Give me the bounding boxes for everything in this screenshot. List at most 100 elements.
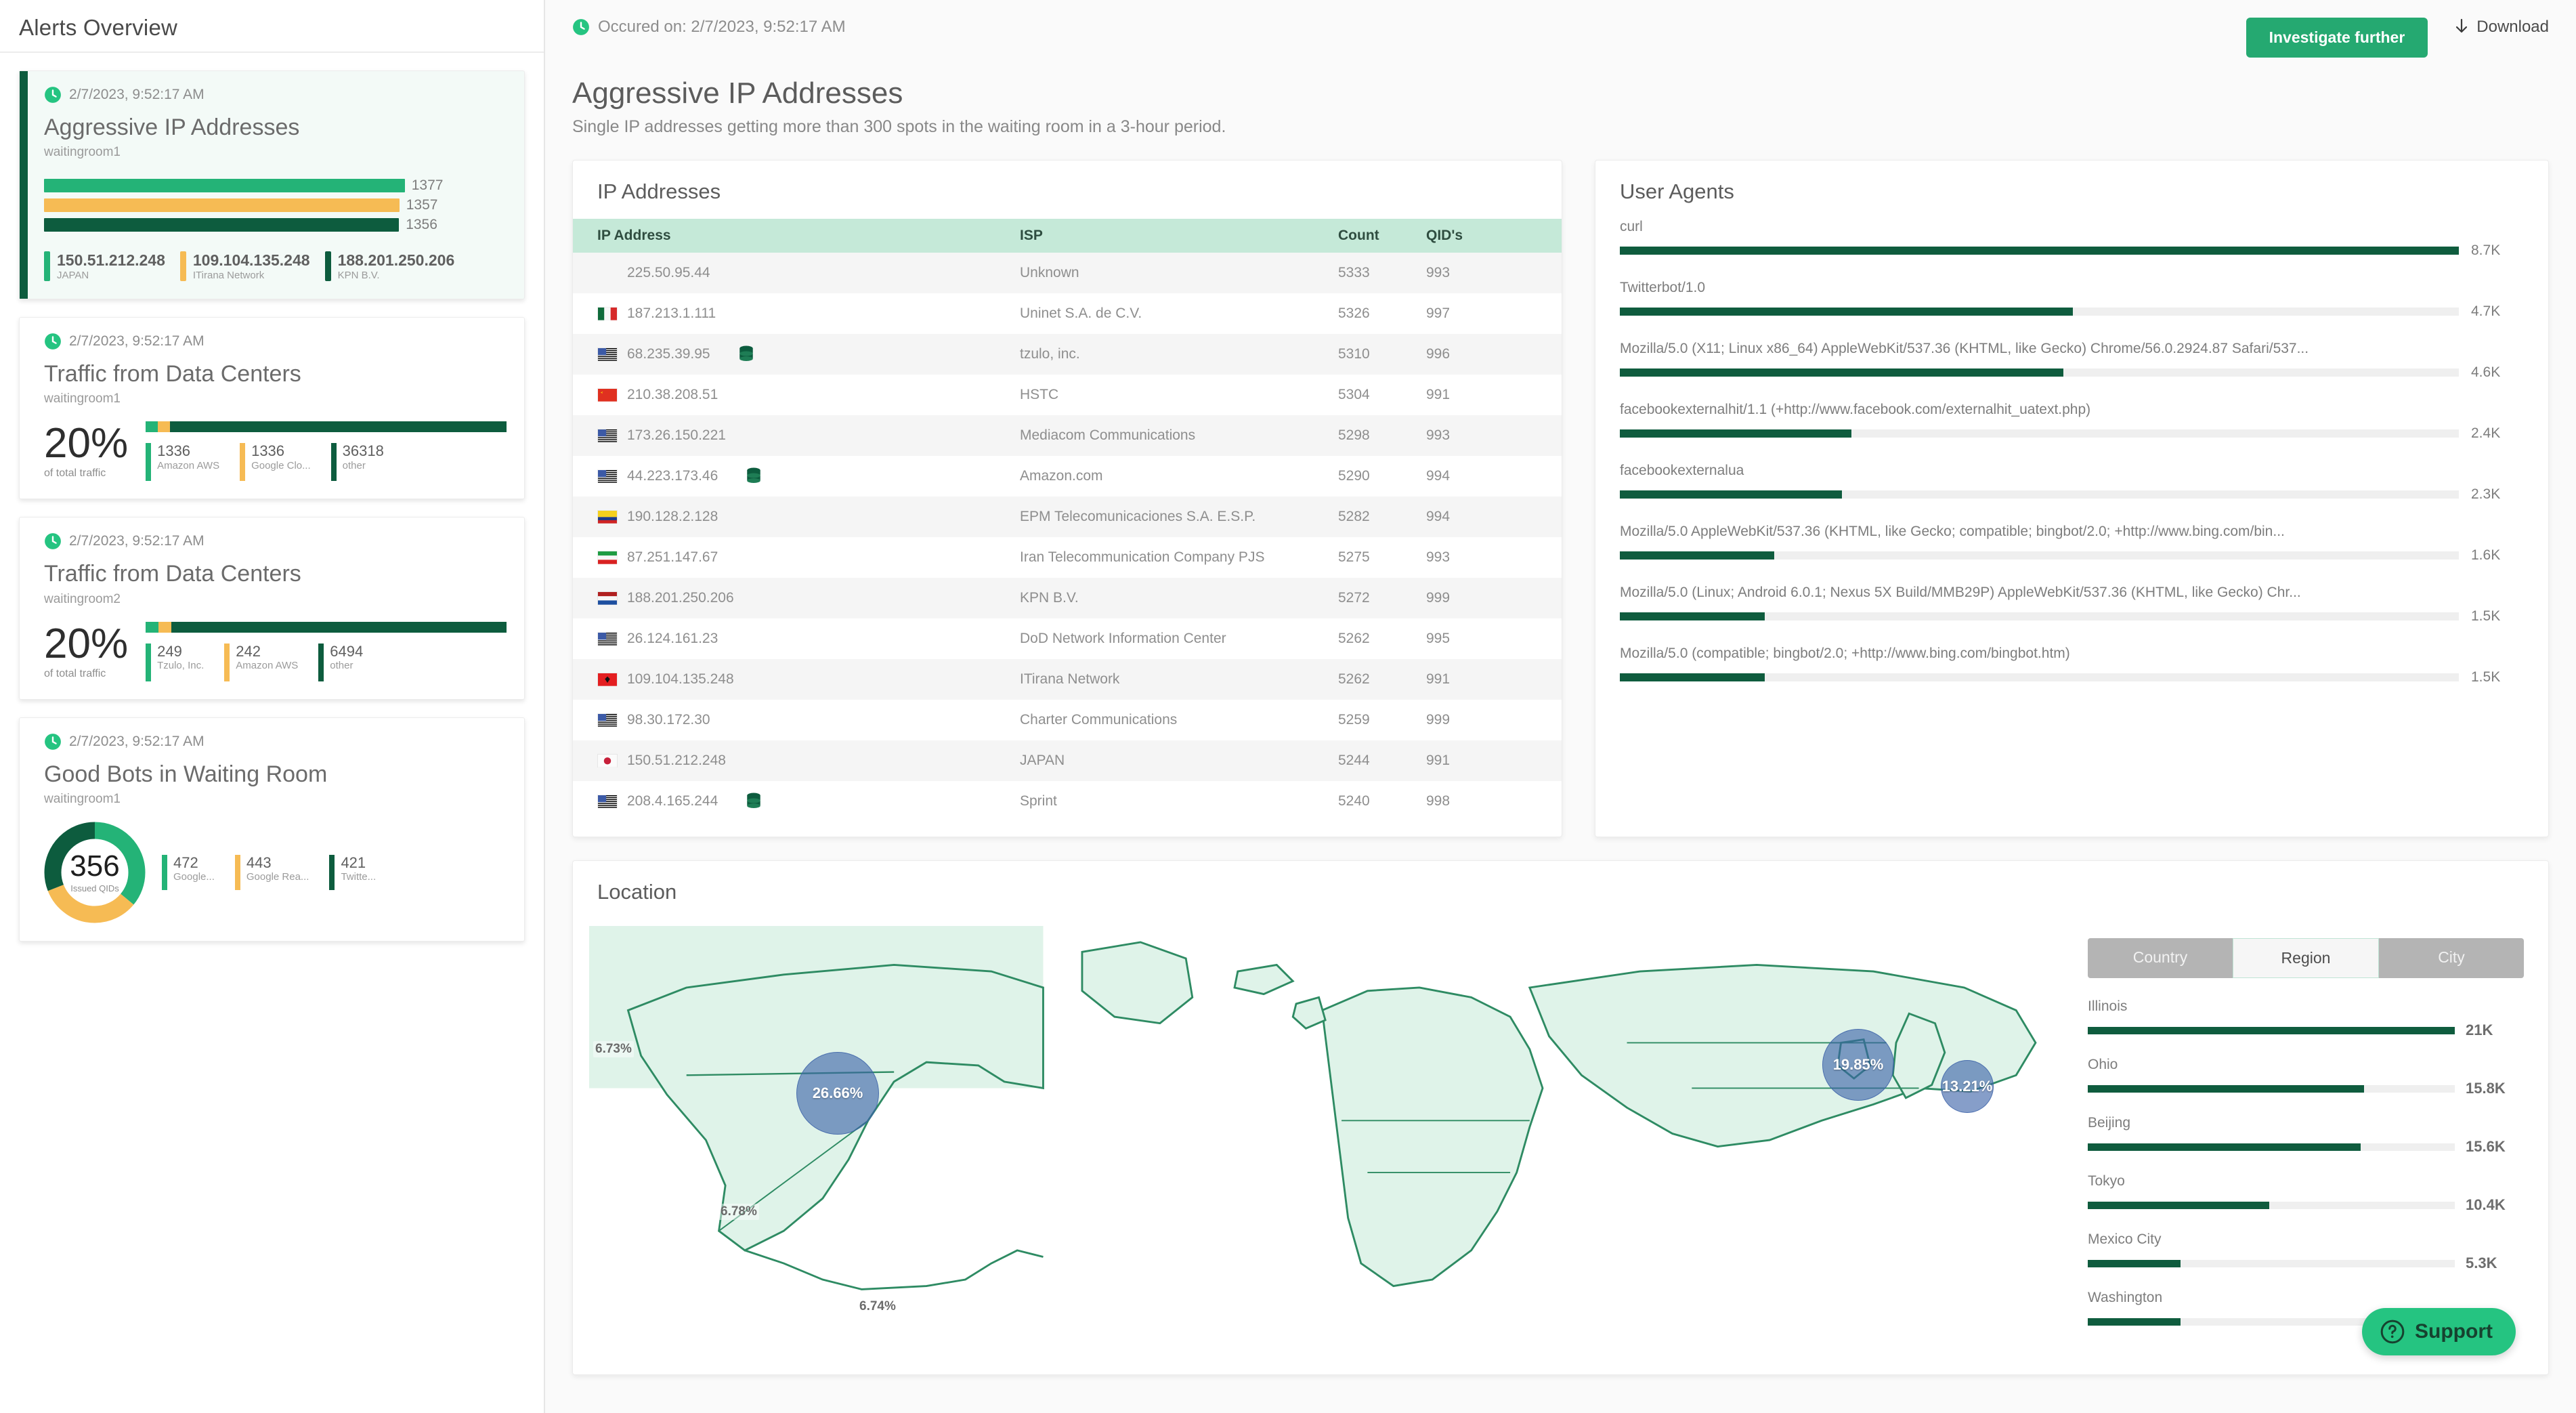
- user-agent-label: facebookexternalhit/1.1 (+http://www.fac…: [1620, 402, 2091, 417]
- table-row[interactable]: 98.30.172.30 Charter Communications 5259 99…: [573, 700, 1562, 740]
- bar-track: [1620, 308, 2459, 316]
- legend-color-bar: [330, 443, 337, 482]
- map-bubble[interactable]: 26.66%: [796, 1052, 879, 1135]
- legend-color-bar: [318, 643, 324, 681]
- bar-track: [1620, 247, 2459, 255]
- table-row[interactable]: 173.26.150.221 Mediacom Communications 529…: [573, 415, 1562, 456]
- bar-row: 1357: [44, 197, 507, 213]
- cell-count: 5326: [1338, 305, 1370, 321]
- flag-icon-us: [597, 347, 618, 361]
- table-row[interactable]: 208.4.165.244 Sprint 5240 998: [573, 781, 1562, 822]
- page-subtitle: Single IP addresses getting more than 30…: [572, 117, 1226, 136]
- alert-card-list: 2/7/2023, 9:52:17 AM Aggressive IP Addres…: [0, 70, 544, 942]
- region-bar-list: Illinois 21K Ohio 15.8K Beijing 15.6K Tokyo 10.…: [2088, 998, 2524, 1330]
- legend-name: Tzulo, Inc.: [157, 659, 205, 671]
- investigate-further-button[interactable]: Investigate further: [2246, 18, 2428, 58]
- column-header-count[interactable]: Count: [1338, 219, 1426, 253]
- cell-ip-address: 98.30.172.30: [573, 700, 1020, 740]
- bar-value: 8.7K: [2471, 242, 2501, 258]
- legend-text: 36318 other: [343, 443, 384, 481]
- bar-row: 1356: [44, 217, 507, 233]
- alert-card[interactable]: 2/7/2023, 9:52:17 AM Traffic from Data Ce…: [19, 517, 525, 700]
- cell-ip-address: 208.4.165.244: [573, 781, 1020, 822]
- bar-fill: [1620, 612, 1765, 620]
- cell-isp: Amazon.com: [1020, 468, 1103, 484]
- user-agent-bar: 8.7K: [1620, 242, 2517, 259]
- ip-address-text: 208.4.165.244: [627, 793, 718, 809]
- occurred-on-text: Occured on: 2/7/2023, 9:52:17 AM: [598, 18, 846, 36]
- support-button[interactable]: Support: [2362, 1308, 2516, 1355]
- table-row[interactable]: 187.213.1.111 Uninet S.A. de C.V. 5326 997: [573, 293, 1562, 334]
- location-tab-city[interactable]: City: [2379, 938, 2524, 978]
- table-row[interactable]: 225.50.95.44 Unknown 5333 993: [573, 253, 1562, 293]
- legend-text: 242 Amazon AWS: [236, 642, 298, 681]
- alert-card-subtitle: waitingroom1: [44, 392, 121, 406]
- location-granularity-tabs[interactable]: Country Region City: [2088, 938, 2524, 978]
- bar-value: 15.8K: [2466, 1080, 2506, 1097]
- user-agent-row: facebookexternalhit/1.1 (+http://www.fac…: [1620, 402, 2517, 442]
- map-bubble[interactable]: 19.85%: [1822, 1029, 1894, 1101]
- cell-qid: 999: [1426, 712, 1451, 727]
- alert-card-subtitle: waitingroom1: [44, 145, 121, 160]
- cell-ip-address: 210.38.208.51: [573, 375, 1020, 415]
- world-map[interactable]: 26.66% 19.85% 13.21% 6.73% 6.78% 6.74%: [573, 919, 2081, 1353]
- region-row: Mexico City 5.3K: [2088, 1231, 2524, 1272]
- user-agent-label: curl: [1620, 219, 1643, 234]
- table-row[interactable]: 150.51.212.248 JAPAN 5244 991: [573, 740, 1562, 781]
- user-agent-label: Mozilla/5.0 (compatible; bingbot/2.0; +h…: [1620, 646, 2070, 661]
- region-label: Mexico City: [2088, 1231, 2162, 1247]
- bar-track: [2088, 1143, 2455, 1151]
- table-row[interactable]: 210.38.208.51 HSTC 5304 991: [573, 375, 1562, 415]
- ip-legend: 150.51.212.248 JAPAN 109.104.135.248 ITiran…: [44, 251, 507, 281]
- download-button[interactable]: Download: [2453, 18, 2549, 37]
- alert-card-title: Aggressive IP Addresses: [44, 114, 300, 140]
- cell-ip-address: 150.51.212.248: [573, 740, 1020, 781]
- user-agent-row: facebookexternalua 2.3K: [1620, 463, 2517, 503]
- legend-color-bar: [44, 251, 50, 281]
- cell-isp: DoD Network Information Center: [1020, 631, 1226, 646]
- location-panel-title: Location: [597, 880, 677, 904]
- flag-icon-us: [597, 469, 618, 483]
- traffic-percent-block: 20% of total traffic 249 Tzulo, Inc. 242 Amaz…: [44, 621, 507, 681]
- legend-item: 109.104.135.248 ITirana Network: [179, 251, 325, 281]
- bar-fill: [2088, 1026, 2455, 1034]
- table-row[interactable]: 68.235.39.95 tzulo, inc. 5310 996: [573, 334, 1562, 375]
- location-tab-country[interactable]: Country: [2088, 938, 2233, 978]
- cell-qid: 991: [1426, 753, 1451, 768]
- bar-fill: [1620, 247, 2459, 255]
- region-bar: 5.3K: [2088, 1254, 2524, 1272]
- user-agent-bar: 2.4K: [1620, 425, 2517, 442]
- alert-bar-chart: 1377 1357 1356: [44, 175, 507, 251]
- column-header-qid-s[interactable]: QID's: [1426, 219, 1562, 253]
- cell-count: 5259: [1338, 712, 1370, 727]
- alert-card[interactable]: 2/7/2023, 9:52:17 AM Traffic from Data Ce…: [19, 316, 525, 500]
- table-row[interactable]: 188.201.250.206 KPN B.V. 5272 999: [573, 578, 1562, 618]
- cell-count: 5275: [1338, 549, 1370, 565]
- cell-ip-address: 109.104.135.248: [573, 659, 1020, 700]
- donut-chart: 356 Issued QIDs: [44, 822, 146, 923]
- alert-card[interactable]: 2/7/2023, 9:52:17 AM Aggressive IP Addres…: [19, 70, 525, 299]
- location-tab-region[interactable]: Region: [2233, 938, 2379, 978]
- legend-value: 188.201.250.206: [337, 251, 455, 270]
- table-row[interactable]: 87.251.147.67 Iran Telecommunication Comp…: [573, 537, 1562, 578]
- legend-text: 472 Google...: [173, 854, 215, 890]
- alert-card[interactable]: 2/7/2023, 9:52:17 AM Good Bots in Waiting…: [19, 717, 525, 942]
- bar-value: 21K: [2466, 1021, 2493, 1038]
- table-row[interactable]: 44.223.173.46 Amazon.com 5290 994: [573, 456, 1562, 497]
- column-header-ip-address[interactable]: IP Address: [573, 219, 1020, 253]
- cell-ip-address: 173.26.150.221: [573, 415, 1020, 456]
- table-row[interactable]: 26.124.161.23 DoD Network Information Cen…: [573, 618, 1562, 659]
- map-bubble[interactable]: 13.21%: [1941, 1060, 1994, 1113]
- datacenter-icon: [745, 792, 763, 811]
- column-header-isp[interactable]: ISP: [1020, 219, 1338, 253]
- flag-icon-mx: [597, 307, 618, 320]
- ip-address-text: 44.223.173.46: [627, 468, 718, 484]
- table-row[interactable]: 190.128.2.128 EPM Telecomunicaciones S.A.…: [573, 497, 1562, 537]
- alert-card-subtitle: waitingroom1: [44, 792, 121, 807]
- legend-value: 242: [236, 642, 261, 660]
- download-label: Download: [2476, 18, 2549, 36]
- legend-name: Twitte...: [341, 871, 377, 883]
- user-agent-label: Twitterbot/1.0: [1620, 280, 1706, 295]
- table-row[interactable]: 109.104.135.248 ITirana Network 5262 991: [573, 659, 1562, 700]
- alert-card-time: 2/7/2023, 9:52:17 AM: [44, 86, 507, 104]
